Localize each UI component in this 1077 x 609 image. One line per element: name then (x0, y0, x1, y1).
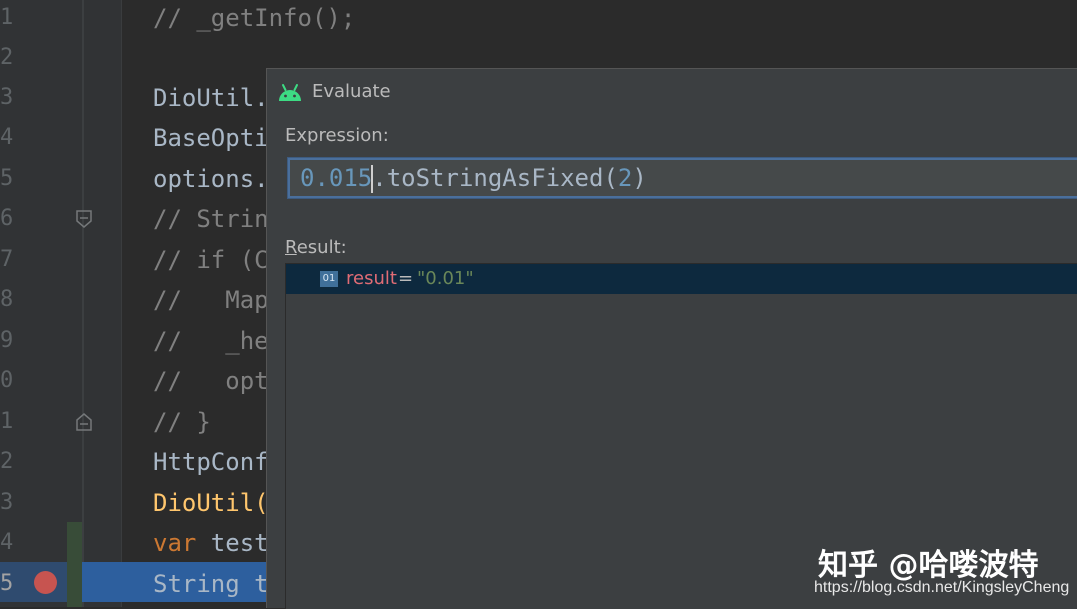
code-line[interactable]: DioUtil. (153, 78, 269, 118)
expression-text: 0.015.toStringAsFixed(2) (300, 160, 647, 196)
code-line[interactable]: // _he (153, 321, 269, 361)
result-value: "0.01" (417, 268, 474, 289)
expression-number: 0.015 (300, 164, 373, 192)
line-number: 7 (0, 247, 14, 272)
line-number: 3 (0, 85, 14, 110)
code-line[interactable]: BaseOpti (153, 118, 269, 158)
line-number: 0 (0, 368, 14, 393)
code-line[interactable]: // if (C (153, 240, 269, 280)
line-number: 2 (0, 449, 14, 474)
line-number: 2 (0, 45, 14, 70)
dialog-title: Evaluate (312, 81, 391, 102)
watermark-url: https://blog.csdn.net/KingsleyCheng (814, 579, 1070, 596)
code-line[interactable]: HttpConf (153, 442, 269, 482)
result-label-mnemonic: R (285, 237, 297, 258)
line-number: 5 (0, 571, 14, 596)
code-line[interactable]: // Strin (153, 199, 269, 239)
line-number: 5 (0, 166, 14, 191)
line-number: 4 (0, 530, 14, 555)
expression-method: .toStringAsFixed( (372, 164, 618, 192)
line-number: 4 (0, 125, 14, 150)
fold-start-icon[interactable] (76, 413, 92, 431)
code-line[interactable]: // Map (153, 280, 269, 320)
result-variable-name: result (346, 268, 397, 289)
gutter-edge (121, 0, 122, 607)
editor-gutter[interactable] (0, 0, 122, 607)
primitive-value-icon: 01 (320, 271, 338, 287)
result-tree-row[interactable]: 01 result = "0.01" (286, 264, 1077, 294)
result-label-rest: esult: (296, 237, 347, 258)
line-number: 1 (0, 409, 14, 434)
vcs-change-marker[interactable] (67, 522, 82, 607)
result-equals: = (398, 268, 414, 289)
gutter-divider (82, 0, 84, 607)
code-line[interactable]: DioUtil( (153, 483, 269, 523)
line-number: 6 (0, 206, 14, 231)
line-number: 3 (0, 490, 14, 515)
breakpoint-icon[interactable] (34, 571, 57, 594)
line-number: 8 (0, 287, 14, 312)
code-line[interactable]: var test (153, 523, 269, 563)
evaluate-dialog: Evaluate Expression: 0.015.toStringAsFix… (266, 68, 1077, 609)
dialog-titlebar[interactable]: Evaluate (267, 69, 1077, 115)
expression-input[interactable]: 0.015.toStringAsFixed(2) (288, 158, 1077, 198)
line-number: 1 (0, 5, 14, 30)
code-line[interactable]: options. (153, 159, 269, 199)
code-line-current[interactable]: String t (153, 564, 269, 604)
keyword: var (153, 529, 197, 557)
code-text: test (196, 529, 269, 557)
line-number: 9 (0, 328, 14, 353)
expression-label: Expression: (285, 125, 389, 146)
result-label: Result: (285, 237, 347, 258)
code-line[interactable]: // opt (153, 361, 269, 401)
android-icon (279, 84, 301, 101)
code-line[interactable]: // } (153, 402, 211, 442)
expression-close: ) (632, 164, 647, 192)
code-line[interactable]: // _getInfo(); (153, 0, 355, 38)
fold-end-icon[interactable] (76, 210, 92, 228)
expression-arg: 2 (617, 164, 633, 192)
watermark: 知乎 @哈喽波特 (818, 548, 1039, 583)
